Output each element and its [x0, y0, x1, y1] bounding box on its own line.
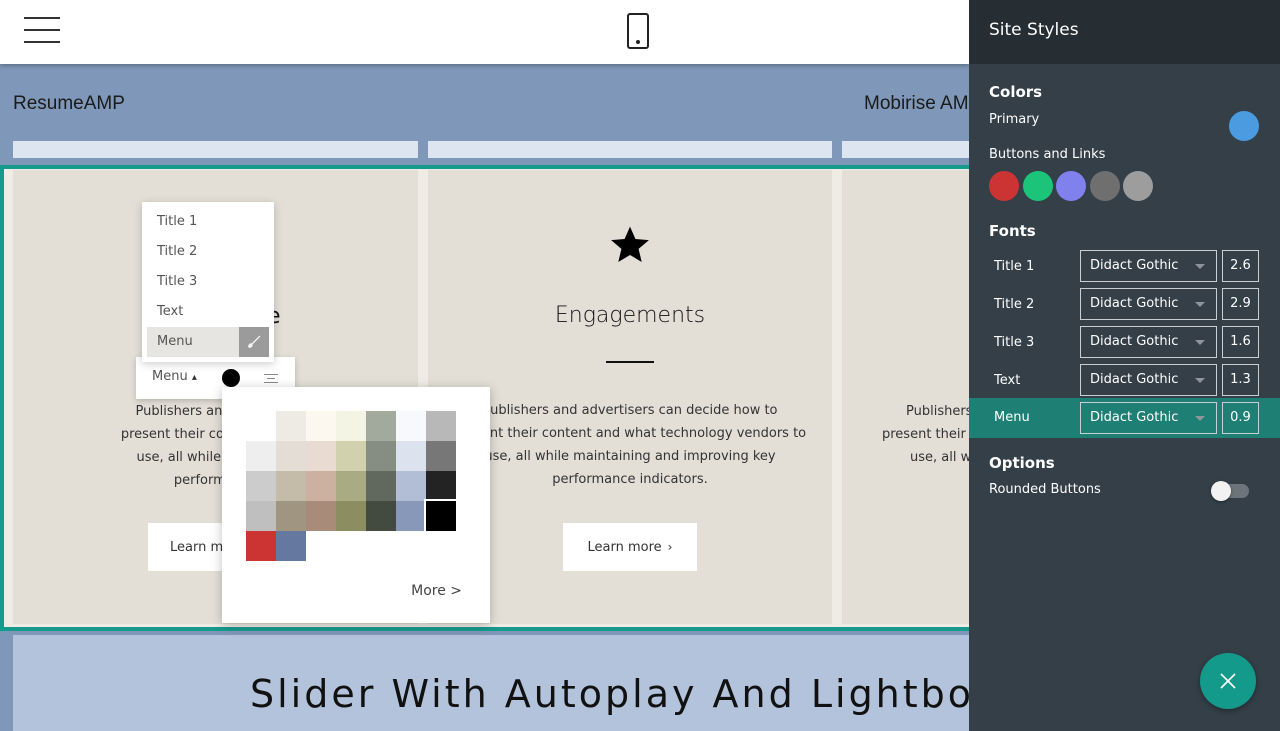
brush-icon[interactable]: [239, 327, 269, 357]
buttons-links-label: Buttons and Links: [989, 147, 1106, 162]
color-swatch[interactable]: [396, 501, 426, 531]
font-row-menu: Menu Didact Gothic 0.9: [969, 398, 1280, 438]
primary-label: Primary: [989, 112, 1040, 127]
toggle-knob: [1211, 481, 1231, 501]
card-text: Publishers present their c use, all wh: [882, 404, 969, 465]
color-swatch[interactable]: [366, 501, 396, 531]
color-swatch[interactable]: [306, 441, 336, 471]
font-size-input[interactable]: 1.6: [1222, 326, 1259, 358]
font-size-input[interactable]: 1.3: [1222, 364, 1259, 396]
button-color-swatch[interactable]: [1056, 171, 1086, 201]
text-align-icon[interactable]: [264, 374, 278, 384]
color-swatch[interactable]: [336, 501, 366, 531]
font-row-text: Text Didact Gothic 1.3: [969, 362, 1280, 400]
color-swatch[interactable]: [306, 411, 336, 441]
style-option-title-3[interactable]: Title 3: [142, 267, 274, 297]
nav-bar-1: [13, 141, 418, 158]
font-select[interactable]: Didact Gothic: [1080, 250, 1217, 282]
style-option-text[interactable]: Text: [142, 297, 274, 327]
color-swatch[interactable]: [396, 441, 426, 471]
close-panel-button[interactable]: [1200, 653, 1256, 709]
panel-title: Site Styles: [989, 20, 1079, 40]
color-swatch[interactable]: [276, 501, 306, 531]
more-colors-link[interactable]: More >: [411, 583, 462, 599]
color-swatch[interactable]: [276, 531, 306, 561]
card-text: Publishers and advertisers can decide ho…: [453, 403, 807, 487]
font-size-input[interactable]: 0.9: [1222, 402, 1259, 434]
color-swatch[interactable]: [336, 471, 366, 501]
rounded-buttons-label: Rounded Buttons: [989, 482, 1101, 497]
color-swatch[interactable]: [306, 501, 336, 531]
font-row-title-2: Title 2 Didact Gothic 2.9: [969, 286, 1280, 324]
style-option-title-2[interactable]: Title 2: [142, 237, 274, 267]
chevron-down-icon: [1195, 302, 1205, 307]
top-toolbar: [0, 0, 969, 64]
options-heading: Options: [989, 454, 1055, 472]
color-swatch[interactable]: [426, 411, 456, 441]
color-swatch[interactable]: [366, 411, 396, 441]
color-swatch[interactable]: [276, 441, 306, 471]
star-icon: [611, 226, 649, 262]
font-select[interactable]: Didact Gothic: [1080, 364, 1217, 396]
button-color-swatch[interactable]: [989, 171, 1019, 201]
nav-bar-2: [428, 141, 832, 158]
hamburger-menu-icon[interactable]: [24, 17, 60, 45]
color-swatch[interactable]: [306, 471, 336, 501]
color-swatch[interactable]: [396, 411, 426, 441]
chevron-right-icon: ›: [667, 540, 673, 554]
color-swatch[interactable]: [246, 501, 276, 531]
chevron-down-icon: [1195, 378, 1205, 383]
font-row-title-1: Title 1 Didact Gothic 2.6: [969, 248, 1280, 286]
fonts-heading: Fonts: [989, 222, 1036, 240]
color-swatch[interactable]: [426, 441, 456, 471]
color-swatch[interactable]: [276, 471, 306, 501]
font-select[interactable]: Didact Gothic: [1080, 288, 1217, 320]
card-divider: [606, 361, 654, 363]
style-option-menu[interactable]: Menu: [147, 327, 269, 357]
colors-heading: Colors: [989, 83, 1043, 101]
button-color-swatch[interactable]: [1089, 171, 1120, 201]
brand-left[interactable]: ResumeAMP: [13, 93, 125, 115]
button-color-swatch[interactable]: [1123, 171, 1153, 201]
text-color-picker[interactable]: [222, 369, 240, 387]
color-palette-popover: More >: [222, 387, 490, 623]
rounded-buttons-toggle[interactable]: [1211, 481, 1249, 501]
color-swatch[interactable]: [246, 441, 276, 471]
color-swatch[interactable]: [336, 441, 366, 471]
color-swatch[interactable]: [426, 471, 456, 501]
font-size-input[interactable]: 2.6: [1222, 250, 1259, 282]
nav-bar-3: [842, 141, 969, 158]
color-swatch[interactable]: [396, 471, 426, 501]
font-row-title-3: Title 3 Didact Gothic 1.6: [969, 324, 1280, 362]
close-icon: [1220, 673, 1236, 689]
color-swatch[interactable]: [424, 499, 458, 533]
color-swatch[interactable]: [366, 441, 396, 471]
font-size-input[interactable]: 2.9: [1222, 288, 1259, 320]
color-swatch[interactable]: [246, 531, 276, 561]
style-option-title-1[interactable]: Title 1: [142, 207, 274, 237]
caret-up-icon: ▴: [191, 372, 197, 383]
font-select[interactable]: Didact Gothic: [1080, 326, 1217, 358]
chevron-down-icon: [1195, 264, 1205, 269]
chevron-down-icon: [1195, 416, 1205, 421]
learn-more-button[interactable]: Learn more ›: [563, 523, 697, 571]
feature-card-3: Publishers present their c use, all wh: [842, 170, 969, 624]
chevron-down-icon: [1195, 340, 1205, 345]
brand-right[interactable]: Mobirise AMP: [864, 93, 969, 115]
color-swatch[interactable]: [246, 411, 276, 441]
primary-color-swatch[interactable]: [1229, 111, 1259, 141]
card-title: Engagements: [554, 303, 706, 328]
panel-header: Site Styles: [969, 0, 1280, 64]
mobile-preview-icon[interactable]: [627, 13, 649, 49]
style-selector[interactable]: Menu ▴: [152, 369, 197, 384]
color-swatch[interactable]: [366, 471, 396, 501]
text-style-dropdown: Title 1 Title 2 Title 3 Text Menu: [142, 202, 274, 362]
color-swatch[interactable]: [276, 411, 306, 441]
site-styles-panel: Site Styles Colors Primary Buttons and L…: [969, 0, 1280, 731]
color-swatch[interactable]: [246, 471, 276, 501]
slider-title[interactable]: Slider With Autoplay And Lightbox: [250, 672, 969, 716]
font-select[interactable]: Didact Gothic: [1080, 402, 1217, 434]
button-color-swatch[interactable]: [1022, 171, 1053, 201]
color-swatch[interactable]: [336, 411, 366, 441]
